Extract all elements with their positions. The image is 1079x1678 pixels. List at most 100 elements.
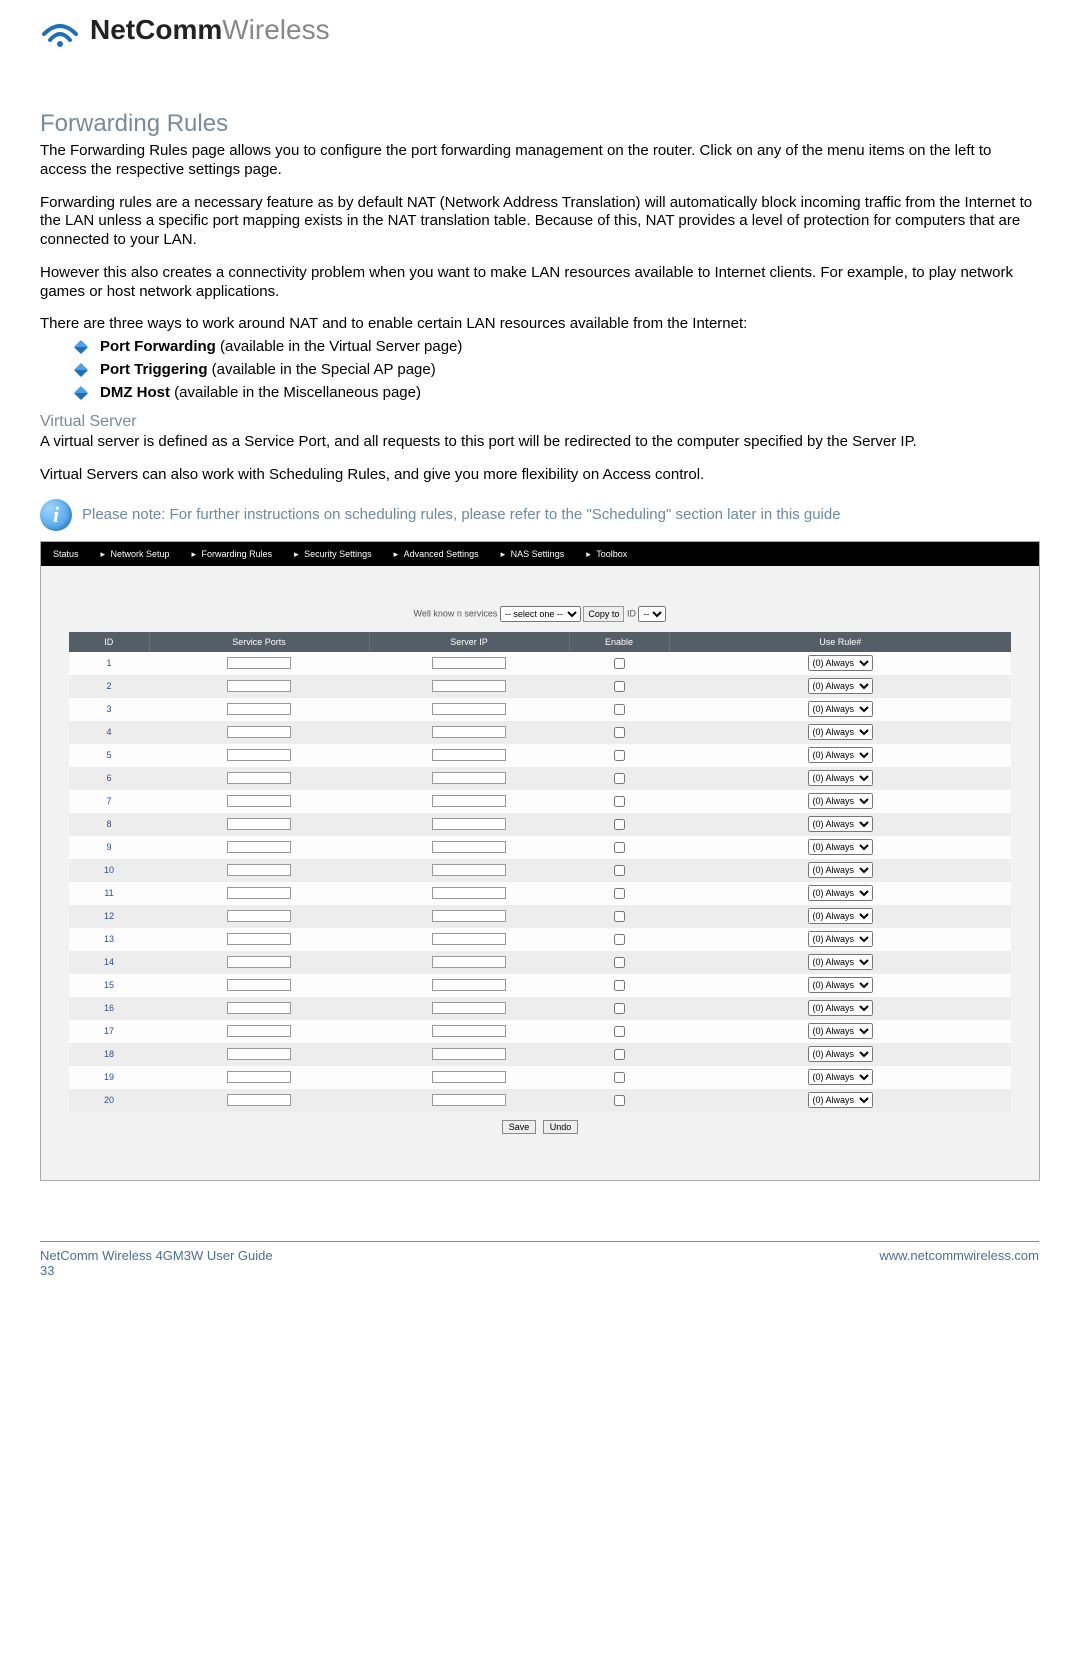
- intro-para-3: However this also creates a connectivity…: [40, 264, 1039, 302]
- enable-checkbox[interactable]: [614, 842, 625, 853]
- service-port-input[interactable]: [227, 864, 291, 876]
- server-ip-input[interactable]: [432, 956, 506, 968]
- bullet-rest: (available in the Miscellaneous page): [170, 384, 421, 401]
- service-port-input[interactable]: [227, 933, 291, 945]
- enable-checkbox[interactable]: [614, 888, 625, 899]
- cell-use-rule: (0) Always: [669, 1043, 1011, 1066]
- nav-toolbox[interactable]: Toolbox: [584, 549, 647, 559]
- rule-select[interactable]: (0) Always: [808, 701, 873, 717]
- enable-checkbox[interactable]: [614, 1026, 625, 1037]
- service-port-input[interactable]: [227, 841, 291, 853]
- rule-select[interactable]: (0) Always: [808, 678, 873, 694]
- service-port-input[interactable]: [227, 680, 291, 692]
- server-ip-input[interactable]: [432, 749, 506, 761]
- rule-select[interactable]: (0) Always: [808, 724, 873, 740]
- server-ip-input[interactable]: [432, 657, 506, 669]
- service-port-input[interactable]: [227, 1048, 291, 1060]
- service-port-input[interactable]: [227, 1094, 291, 1106]
- rule-select[interactable]: (0) Always: [808, 1092, 873, 1108]
- enable-checkbox[interactable]: [614, 796, 625, 807]
- enable-checkbox[interactable]: [614, 1095, 625, 1106]
- enable-checkbox[interactable]: [614, 1072, 625, 1083]
- enable-checkbox[interactable]: [614, 658, 625, 669]
- service-port-input[interactable]: [227, 749, 291, 761]
- rule-select[interactable]: (0) Always: [808, 1046, 873, 1062]
- table-row: 11(0) Always: [69, 882, 1011, 905]
- enable-checkbox[interactable]: [614, 1049, 625, 1060]
- rule-select[interactable]: (0) Always: [808, 839, 873, 855]
- server-ip-input[interactable]: [432, 1002, 506, 1014]
- enable-checkbox[interactable]: [614, 980, 625, 991]
- server-ip-input[interactable]: [432, 887, 506, 899]
- nav-nas-settings[interactable]: NAS Settings: [499, 549, 585, 559]
- nav-security-settings[interactable]: Security Settings: [292, 549, 392, 559]
- id-select[interactable]: --: [638, 606, 666, 622]
- save-button[interactable]: Save: [502, 1120, 537, 1134]
- enable-checkbox[interactable]: [614, 865, 625, 876]
- rule-select[interactable]: (0) Always: [808, 793, 873, 809]
- rule-select[interactable]: (0) Always: [808, 977, 873, 993]
- server-ip-input[interactable]: [432, 933, 506, 945]
- rule-select[interactable]: (0) Always: [808, 655, 873, 671]
- service-port-input[interactable]: [227, 818, 291, 830]
- wellknown-select[interactable]: -- select one --: [500, 606, 581, 622]
- undo-button[interactable]: Undo: [543, 1120, 579, 1134]
- server-ip-input[interactable]: [432, 680, 506, 692]
- server-ip-input[interactable]: [432, 1025, 506, 1037]
- server-ip-input[interactable]: [432, 1094, 506, 1106]
- nav-status[interactable]: Status: [41, 549, 99, 559]
- service-port-input[interactable]: [227, 1002, 291, 1014]
- service-port-input[interactable]: [227, 703, 291, 715]
- server-ip-input[interactable]: [432, 703, 506, 715]
- service-port-input[interactable]: [227, 657, 291, 669]
- server-ip-input[interactable]: [432, 1048, 506, 1060]
- nav-forwarding-rules[interactable]: Forwarding Rules: [190, 549, 293, 559]
- server-ip-input[interactable]: [432, 1071, 506, 1083]
- enable-checkbox[interactable]: [614, 957, 625, 968]
- intro-para-2: Forwarding rules are a necessary feature…: [40, 194, 1039, 250]
- nav-network-setup[interactable]: Network Setup: [99, 549, 190, 559]
- server-ip-input[interactable]: [432, 841, 506, 853]
- rule-select[interactable]: (0) Always: [808, 1069, 873, 1085]
- server-ip-input[interactable]: [432, 818, 506, 830]
- rule-select[interactable]: (0) Always: [808, 862, 873, 878]
- server-ip-input[interactable]: [432, 864, 506, 876]
- rule-select[interactable]: (0) Always: [808, 770, 873, 786]
- enable-checkbox[interactable]: [614, 819, 625, 830]
- rule-select[interactable]: (0) Always: [808, 908, 873, 924]
- rule-select[interactable]: (0) Always: [808, 1000, 873, 1016]
- nav-advanced-settings[interactable]: Advanced Settings: [392, 549, 499, 559]
- service-port-input[interactable]: [227, 887, 291, 899]
- service-port-input[interactable]: [227, 726, 291, 738]
- service-port-input[interactable]: [227, 979, 291, 991]
- service-port-input[interactable]: [227, 1071, 291, 1083]
- rule-select[interactable]: (0) Always: [808, 747, 873, 763]
- enable-checkbox[interactable]: [614, 1003, 625, 1014]
- page-footer: NetComm Wireless 4GM3W User Guide 33 www…: [0, 1248, 1079, 1278]
- server-ip-input[interactable]: [432, 910, 506, 922]
- rule-select[interactable]: (0) Always: [808, 954, 873, 970]
- enable-checkbox[interactable]: [614, 750, 625, 761]
- service-port-input[interactable]: [227, 910, 291, 922]
- server-ip-input[interactable]: [432, 795, 506, 807]
- toolbar: Well know n services -- select one -- Co…: [69, 606, 1011, 622]
- rule-select[interactable]: (0) Always: [808, 885, 873, 901]
- rule-select[interactable]: (0) Always: [808, 931, 873, 947]
- enable-checkbox[interactable]: [614, 911, 625, 922]
- server-ip-input[interactable]: [432, 979, 506, 991]
- enable-checkbox[interactable]: [614, 727, 625, 738]
- copy-to-button[interactable]: Copy to: [583, 606, 624, 622]
- rule-select[interactable]: (0) Always: [808, 816, 873, 832]
- enable-checkbox[interactable]: [614, 773, 625, 784]
- server-ip-input[interactable]: [432, 726, 506, 738]
- enable-checkbox[interactable]: [614, 681, 625, 692]
- service-port-input[interactable]: [227, 1025, 291, 1037]
- cell-enable: [569, 813, 669, 836]
- enable-checkbox[interactable]: [614, 934, 625, 945]
- rule-select[interactable]: (0) Always: [808, 1023, 873, 1039]
- service-port-input[interactable]: [227, 795, 291, 807]
- enable-checkbox[interactable]: [614, 704, 625, 715]
- service-port-input[interactable]: [227, 772, 291, 784]
- server-ip-input[interactable]: [432, 772, 506, 784]
- service-port-input[interactable]: [227, 956, 291, 968]
